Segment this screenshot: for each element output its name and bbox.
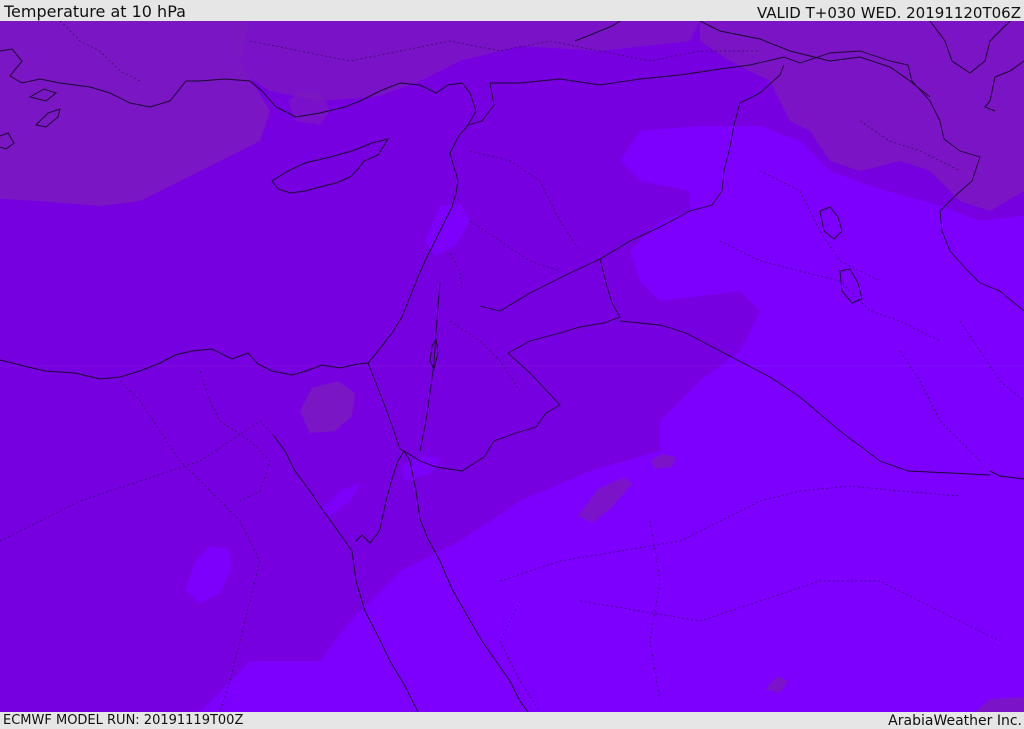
valid-time: VALID T+030 WED. 20191120T06Z: [756, 4, 1021, 22]
model-run: ECMWF MODEL RUN: 20191119T00Z: [3, 713, 244, 728]
header-bar: Temperature at 10 hPa VALID T+030 WED. 2…: [0, 0, 1024, 21]
temperature-map[interactable]: [0, 21, 1024, 712]
map-title: Temperature at 10 hPa: [4, 2, 186, 21]
map-canvas: [0, 21, 1024, 712]
credit-label: ArabiaWeather Inc.: [888, 713, 1022, 729]
footer-bar: ECMWF MODEL RUN: 20191119T00Z ArabiaWeat…: [0, 712, 1024, 729]
